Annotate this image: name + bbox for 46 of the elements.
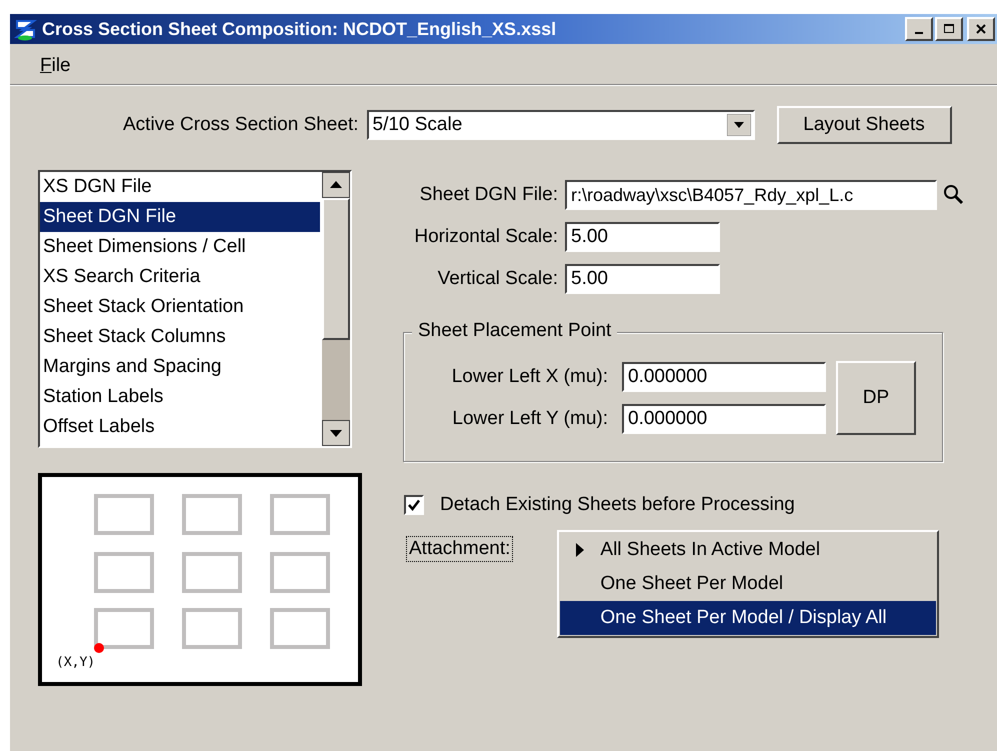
scroll-up-icon[interactable] [322, 172, 350, 198]
checkmark-icon [407, 498, 421, 512]
scroll-thumb[interactable] [322, 198, 350, 340]
input-field[interactable]: 5.00 [565, 264, 720, 294]
list-item[interactable]: Sheet Dimensions / Cell [40, 232, 320, 262]
app-logo-icon [14, 17, 38, 41]
list-item[interactable]: Margins and Spacing [40, 352, 320, 382]
menu-item[interactable]: File [38, 55, 73, 77]
checkbox-label: Detach Existing Sheets before Processing [440, 494, 795, 516]
maximize-button[interactable] [935, 17, 963, 41]
list-item[interactable]: XS Search Criteria [40, 262, 320, 292]
minimize-icon [915, 32, 923, 34]
input-field[interactable]: r:\roadway\xsc\B4057_Rdy_xpl_L.c [565, 180, 937, 210]
dropdown-arrow-icon [726, 114, 750, 136]
close-button[interactable] [967, 17, 995, 41]
sheet-file-label: Sheet DGN File: [418, 184, 558, 206]
field-label: Lower Left X (mu): [450, 366, 608, 388]
layout-sheets-button[interactable]: Layout Sheets [776, 106, 952, 144]
list-item[interactable]: Sheet Stack Orientation [40, 292, 320, 322]
maximize-icon [943, 23, 955, 35]
list-item[interactable]: Sheet Stack Columns [40, 322, 320, 352]
vertical-scale-label: Vertical Scale: [436, 268, 558, 290]
horizontal-scale-label: Horizontal Scale: [413, 226, 558, 248]
origin-label: (X,Y) [56, 655, 96, 670]
scrollbar[interactable] [322, 172, 350, 446]
scroll-down-icon[interactable] [322, 420, 350, 446]
input-field[interactable]: 5.00 [565, 222, 720, 252]
list-item[interactable]: Sheet DGN File [40, 202, 320, 232]
menu-option[interactable]: One Sheet Per Model / Display All [560, 601, 936, 635]
dp-button[interactable]: DP [836, 361, 916, 435]
minimize-button[interactable] [905, 17, 933, 41]
menu-option[interactable]: One Sheet Per Model [560, 567, 936, 601]
checkbox[interactable] [404, 495, 424, 515]
list-item[interactable]: Offset Labels [40, 412, 320, 442]
active-sheet-label: Active Cross Section Sheet: [123, 114, 358, 136]
close-icon [975, 23, 987, 35]
input-field[interactable]: 0.000000 [622, 404, 826, 434]
window-title: Cross Section Sheet Composition: NCDOT_English_XS.xssl [42, 18, 558, 40]
attachment-label: Attachment: [406, 536, 514, 562]
list-item[interactable]: XS DGN File [40, 172, 320, 202]
field-label: Lower Left Y (mu): [451, 408, 608, 430]
menu-option[interactable]: All Sheets In Active Model [560, 533, 936, 567]
input-field[interactable]: 0.000000 [622, 362, 826, 392]
list-item[interactable]: Station Labels [40, 382, 320, 412]
active-sheet-dropdown[interactable]: 5/10 Scale [366, 110, 754, 140]
search-icon[interactable] [943, 184, 965, 206]
